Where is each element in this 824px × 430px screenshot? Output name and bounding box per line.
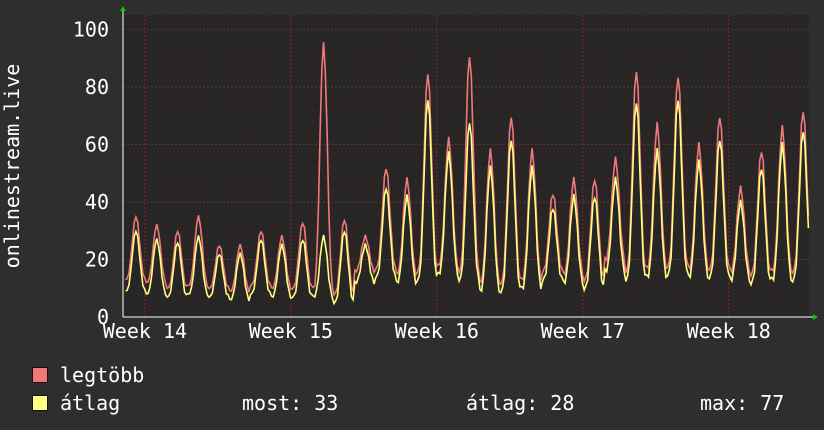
legend-label-avg: átlag — [60, 391, 121, 415]
legend-swatch-max — [32, 367, 48, 383]
y-tick-label: 80 — [85, 75, 109, 99]
legend-item-avg: átlag — [32, 390, 120, 416]
y-tick-label: 40 — [85, 190, 109, 214]
x-tick-label: Week 15 — [249, 319, 333, 343]
x-axis-arrow — [813, 314, 818, 320]
y-axis-arrow — [120, 6, 126, 11]
legend-swatch-avg — [32, 395, 48, 411]
legend-item-max: legtöbb — [32, 362, 144, 388]
x-tick-label: Week 17 — [541, 319, 625, 343]
stat-now: most: 33 — [242, 391, 339, 415]
y-tick-label: 20 — [85, 247, 109, 271]
legend-label-max: legtöbb — [60, 363, 145, 387]
stat-avg: átlag: 28 — [466, 391, 575, 415]
y-tick-label: 60 — [85, 132, 109, 156]
y-tick-label: 100 — [73, 17, 109, 41]
y-axis-label: onlinestream.live — [0, 64, 24, 269]
x-tick-label: Week 14 — [103, 319, 187, 343]
x-tick-label: Week 18 — [687, 319, 771, 343]
x-tick-label: Week 16 — [395, 319, 479, 343]
stat-max: max: 77 — [700, 391, 785, 415]
chart: 020406080100Week 14 Week 15 Week 16 Week 17… — [0, 6, 818, 343]
